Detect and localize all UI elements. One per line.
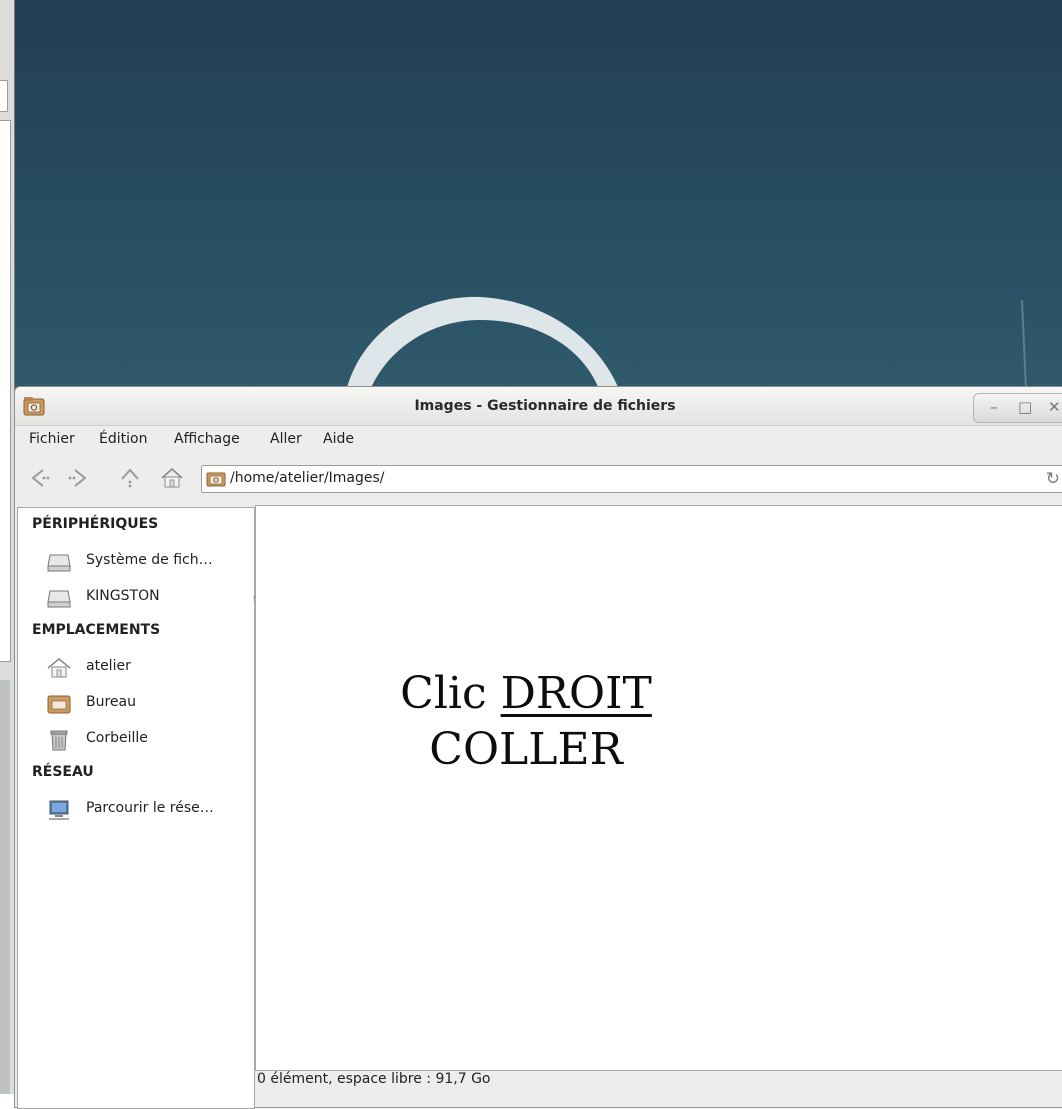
instruction-prefix: Clic xyxy=(400,668,487,719)
home-icon xyxy=(47,658,71,678)
sidebar-item-label: Système de fich… xyxy=(86,552,213,568)
parent-folder-icon[interactable] xyxy=(117,465,143,491)
instruction-line-2: COLLER xyxy=(429,724,623,775)
instruction-line-1: Clic DROIT xyxy=(346,666,706,722)
sidebar-item-label: atelier xyxy=(86,658,131,674)
close-icon[interactable]: ✕ xyxy=(1048,398,1061,416)
sidebar-item-label: Corbeille xyxy=(86,730,148,746)
sidebar-item-label: KINGSTON xyxy=(86,588,160,604)
background-window-pane xyxy=(0,120,11,662)
desktop-folder-icon xyxy=(47,695,71,714)
minimize-icon[interactable]: – xyxy=(990,398,998,416)
title-bar[interactable]: Images - Gestionnaire de fichiers – □ ✕ xyxy=(15,387,1062,426)
location-path[interactable]: /home/atelier/Images/ xyxy=(230,470,385,486)
sidebar-item-label: Parcourir le rése… xyxy=(86,800,214,816)
background-window-field xyxy=(0,80,8,112)
sidebar-item-corbeille[interactable]: Corbeille xyxy=(46,728,256,752)
file-manager-window: Images - Gestionnaire de fichiers – □ ✕ … xyxy=(14,386,1062,1109)
instruction-emphasis: DROIT xyxy=(500,668,652,719)
file-view[interactable]: Clic DROIT COLLER xyxy=(255,505,1062,1071)
sidebar-item-label: Bureau xyxy=(86,694,136,710)
reload-icon[interactable]: ↻ xyxy=(1046,469,1060,489)
sidebar-item-network[interactable]: Parcourir le rése… xyxy=(46,798,256,822)
window-title: Images - Gestionnaire de fichiers xyxy=(414,398,676,414)
sidebar-item-kingston[interactable]: KINGSTON xyxy=(46,586,266,610)
maximize-icon[interactable]: □ xyxy=(1018,398,1032,416)
pictures-folder-icon xyxy=(206,472,226,487)
menu-bar: Fichier Édition Affichage Aller Aide xyxy=(15,425,1062,455)
menu-edition[interactable]: Édition xyxy=(99,431,147,447)
sidebar-item-bureau[interactable]: Bureau xyxy=(46,692,256,716)
location-bar[interactable]: /home/atelier/Images/ ↻ xyxy=(201,465,1062,493)
drive-icon xyxy=(47,554,71,572)
background-window-lower xyxy=(0,680,10,1094)
section-network: RÉSEAU xyxy=(32,764,94,780)
menu-aller[interactable]: Aller xyxy=(270,431,302,447)
home-icon[interactable] xyxy=(159,465,185,491)
instruction-overlay: Clic DROIT COLLER xyxy=(346,666,706,778)
network-icon xyxy=(49,800,69,820)
menu-affichage[interactable]: Affichage xyxy=(174,431,240,447)
debian-swirl-logo xyxy=(345,296,1027,395)
sidebar-item-atelier[interactable]: atelier xyxy=(46,656,256,680)
section-devices: PÉRIPHÉRIQUES xyxy=(32,516,159,532)
back-icon[interactable] xyxy=(27,465,53,491)
sidebar: PÉRIPHÉRIQUES Système de fich… KINGSTON … xyxy=(17,507,266,1109)
menu-aide[interactable]: Aide xyxy=(323,431,354,447)
trash-icon xyxy=(50,730,68,751)
window-controls: – □ ✕ xyxy=(973,393,1062,423)
drive-icon xyxy=(47,590,71,608)
forward-icon[interactable] xyxy=(65,465,91,491)
section-places: EMPLACEMENTS xyxy=(32,622,161,638)
background-window-edge[interactable] xyxy=(0,0,15,1094)
menu-fichier[interactable]: Fichier xyxy=(29,431,75,447)
toolbar: /home/atelier/Images/ ↻ xyxy=(15,459,1062,499)
sidebar-item-filesystem[interactable]: Système de fich… xyxy=(46,550,256,574)
status-bar: 0 élément, espace libre : 91,7 Go xyxy=(257,1071,491,1087)
